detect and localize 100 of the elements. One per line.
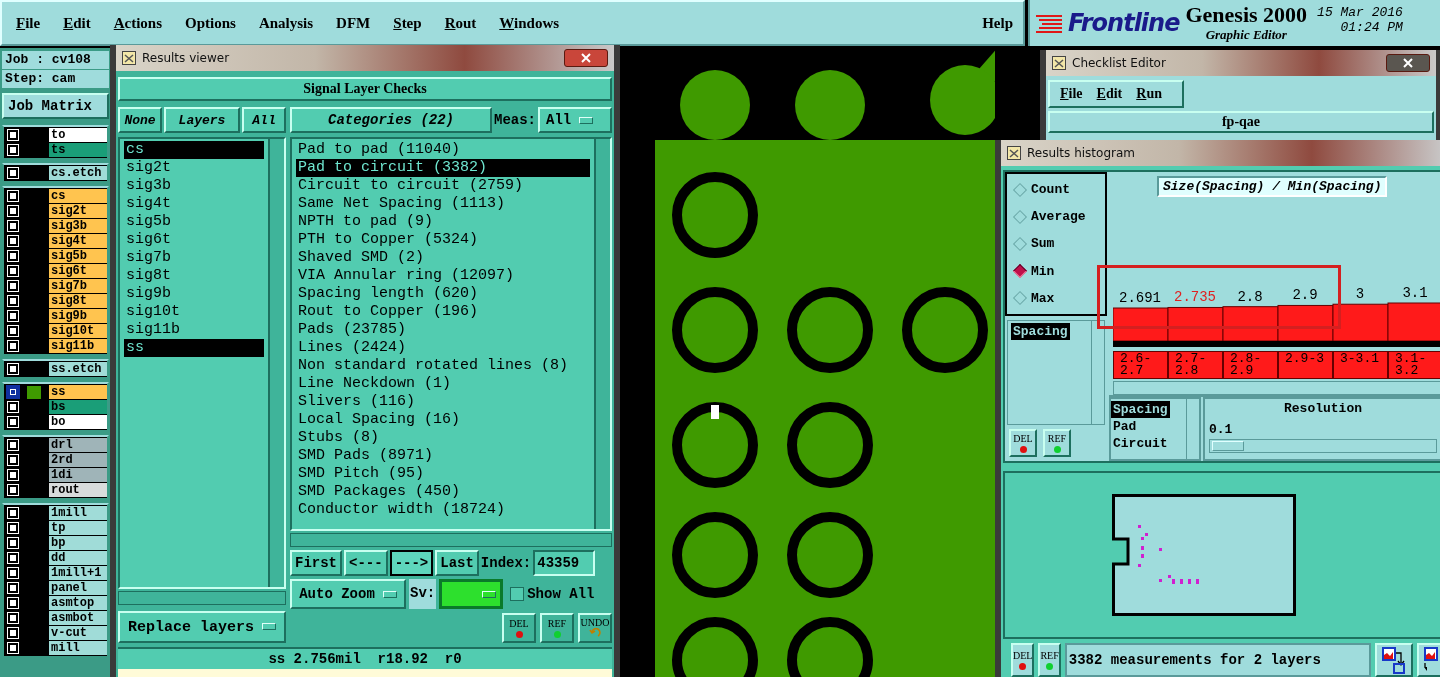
layer-name[interactable]: cs.etch	[49, 166, 107, 180]
action-button[interactable]: DEL	[1009, 429, 1037, 458]
layer-checkbox[interactable]	[8, 417, 18, 427]
close-button[interactable]	[1386, 54, 1430, 72]
layer-checkbox[interactable]	[8, 326, 18, 336]
layer-filter-button[interactable]: All	[242, 107, 286, 133]
job-matrix-button[interactable]: Job Matrix	[2, 93, 109, 119]
type-list-item[interactable]: Spacing	[1111, 401, 1170, 419]
layer-name[interactable]: ts	[49, 143, 107, 157]
category-list-item[interactable]: Conductor width (18724)	[296, 501, 590, 519]
menu-item[interactable]: File	[16, 14, 41, 32]
layer-name[interactable]: 1mill	[49, 506, 107, 520]
histogram-bar[interactable]	[1387, 302, 1440, 342]
layer-checkbox[interactable]	[8, 168, 18, 178]
layer-name[interactable]: sig8t	[49, 294, 107, 308]
layer-list-item[interactable]: cs	[124, 141, 264, 159]
type-list-item[interactable]: Pad	[1111, 418, 1139, 436]
layer-name[interactable]: panel	[49, 581, 107, 595]
layer-checkbox[interactable]	[8, 221, 18, 231]
horizontal-scrollbar[interactable]	[118, 591, 286, 605]
category-list-item[interactable]: Circuit to circuit (2759)	[296, 177, 590, 195]
action-button[interactable]: REF	[540, 613, 574, 643]
layer-name[interactable]: 1di	[49, 468, 107, 482]
menu-item[interactable]: Windows	[499, 14, 560, 32]
menu-item[interactable]: Options	[185, 14, 236, 32]
layer-checkbox[interactable]	[8, 583, 18, 593]
meas-dropdown[interactable]: All	[538, 107, 612, 133]
histogram-bar[interactable]	[1167, 307, 1224, 342]
layer-name[interactable]: 1mill+1	[49, 566, 107, 580]
horizontal-scrollbar[interactable]	[290, 533, 612, 547]
layer-checkbox[interactable]	[8, 643, 18, 653]
category-list-item[interactable]: Non standard rotated lines (8)	[296, 357, 590, 375]
category-list-item[interactable]: Rout to Copper (196)	[296, 303, 590, 321]
layer-checkbox[interactable]	[8, 266, 18, 276]
layer-list-item[interactable]: sig6t	[124, 231, 264, 249]
layer-name[interactable]: sig7b	[49, 279, 107, 293]
histogram-bar[interactable]	[1332, 304, 1389, 342]
category-list-item[interactable]: Spacing length (620)	[296, 285, 590, 303]
action-button[interactable]: REF	[1043, 429, 1071, 458]
layer-list-item[interactable]: sig7b	[124, 249, 264, 267]
replace-layers-dropdown[interactable]: Replace layers	[118, 611, 286, 643]
category-list-item[interactable]: Pad to pad (11040)	[296, 141, 590, 159]
layer-name[interactable]: bp	[49, 536, 107, 550]
layer-checkbox[interactable]	[8, 568, 18, 578]
histogram-bar[interactable]	[1222, 306, 1279, 342]
layer-checkbox[interactable]	[8, 440, 18, 450]
layer-name[interactable]: sig6t	[49, 264, 107, 278]
category-list-item[interactable]: Slivers (116)	[296, 393, 590, 411]
category-list-item[interactable]: Shaved SMD (2)	[296, 249, 590, 267]
layer-checkbox[interactable]	[8, 455, 18, 465]
category-list-item[interactable]: PTH to Copper (5324)	[296, 231, 590, 249]
layer-name[interactable]: sig10t	[49, 324, 107, 338]
menu-item[interactable]: Edit	[1096, 86, 1123, 102]
navigation-button[interactable]: First	[290, 550, 342, 576]
show-all-checkbox[interactable]	[510, 587, 525, 601]
layer-checkbox[interactable]	[8, 598, 18, 608]
index-field[interactable]: 43359	[533, 550, 596, 576]
menu-item[interactable]: Edit	[63, 14, 91, 32]
action-button[interactable]: UNDO	[578, 613, 612, 643]
layer-name[interactable]: sig3b	[49, 219, 107, 233]
layer-name[interactable]: v-cut	[49, 626, 107, 640]
layer-checkbox[interactable]	[8, 387, 18, 397]
layer-name[interactable]: tp	[49, 521, 107, 535]
categories-button[interactable]: Categories (22)	[290, 107, 492, 133]
layer-filter-button[interactable]: None	[118, 107, 162, 133]
category-list-item[interactable]: VIA Annular ring (12097)	[296, 267, 590, 285]
layer-name[interactable]: dd	[49, 551, 107, 565]
type-list-item[interactable]: Circuit	[1111, 435, 1170, 453]
layer-list-item[interactable]: sig8t	[124, 267, 264, 285]
horizontal-scrollbar[interactable]	[1113, 381, 1440, 396]
layer-checkbox[interactable]	[8, 470, 18, 480]
layer-checkbox[interactable]	[8, 613, 18, 623]
close-button[interactable]	[564, 49, 608, 67]
layer-checkbox[interactable]	[8, 628, 18, 638]
layer-name[interactable]: 2rd	[49, 453, 107, 467]
layer-checkbox[interactable]	[8, 553, 18, 563]
menu-item[interactable]: Rout	[444, 14, 477, 32]
layer-name[interactable]: sig4t	[49, 234, 107, 248]
layer-name[interactable]: asmbot	[49, 611, 107, 625]
histogram-bar[interactable]	[1277, 305, 1334, 342]
layer-checkbox[interactable]	[8, 538, 18, 548]
layer-name[interactable]: drl	[49, 438, 107, 452]
layer-checkbox[interactable]	[8, 485, 18, 495]
layer-checkbox[interactable]	[8, 508, 18, 518]
layer-checkbox[interactable]	[8, 341, 18, 351]
layer-name[interactable]: ss	[49, 385, 107, 399]
category-list-item[interactable]: Pad to circuit (3382)	[296, 159, 590, 177]
category-list-item[interactable]: Pads (23785)	[296, 321, 590, 339]
layer-name[interactable]: sig5b	[49, 249, 107, 263]
category-list-item[interactable]: Local Spacing (16)	[296, 411, 590, 429]
action-button[interactable]: DEL	[502, 613, 536, 643]
navigation-button[interactable]: Last	[435, 550, 479, 576]
slider-thumb[interactable]	[1212, 441, 1244, 452]
action-button[interactable]: REF	[1038, 643, 1061, 677]
layer-list-item[interactable]: sig4t	[124, 195, 264, 213]
layer-filter-button[interactable]: Layers	[164, 107, 240, 133]
menu-item[interactable]: Analysis	[258, 14, 314, 32]
layer-checkbox[interactable]	[8, 523, 18, 533]
layer-name[interactable]: to	[49, 128, 107, 142]
category-list-item[interactable]: Line Neckdown (1)	[296, 375, 590, 393]
